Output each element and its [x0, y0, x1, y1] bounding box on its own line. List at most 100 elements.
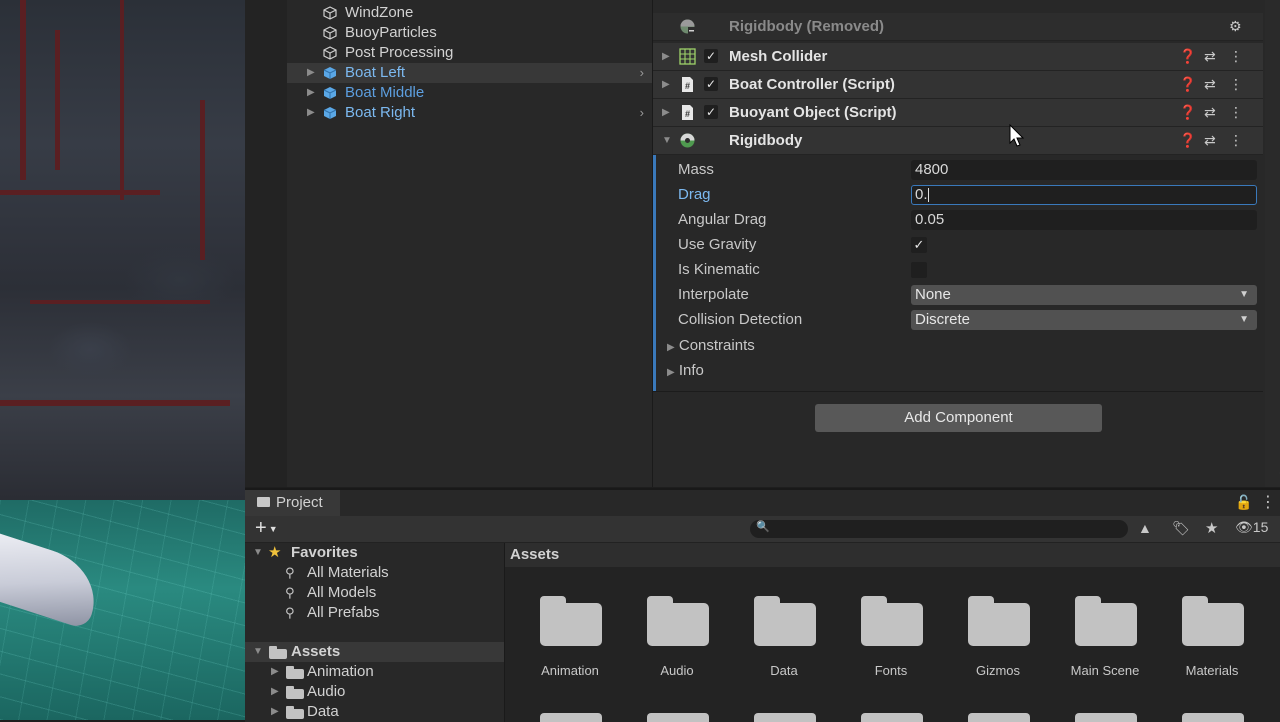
- tree-item-all-materials[interactable]: ⚲ All Materials: [245, 563, 504, 583]
- constraints-foldout[interactable]: ▶ Constraints: [667, 335, 755, 357]
- tree-item-animation[interactable]: ▶ Animation: [245, 662, 504, 682]
- expand-arrow-icon[interactable]: ▶: [307, 63, 315, 83]
- presets-icon[interactable]: ⇄: [1204, 71, 1216, 98]
- interpolate-dropdown[interactable]: None ▼: [911, 285, 1257, 305]
- drag-field[interactable]: 0.: [911, 185, 1257, 205]
- divider: [653, 391, 1263, 392]
- hierarchy-item-label: WindZone: [345, 4, 414, 21]
- collapse-arrow-icon[interactable]: ▼: [662, 127, 672, 154]
- asset-folder-label: Data: [770, 663, 798, 678]
- help-icon[interactable]: ❓: [1179, 71, 1196, 98]
- expand-arrow-icon[interactable]: ▶: [662, 71, 670, 98]
- mesh-collider-icon: [679, 48, 696, 65]
- presets-icon[interactable]: ⇄: [1204, 99, 1216, 126]
- tree-item-audio[interactable]: ▶ Audio: [245, 682, 504, 702]
- folder-icon: [1075, 596, 1137, 646]
- folder-label: Audio: [307, 683, 346, 700]
- script-icon: #: [682, 105, 693, 120]
- hierarchy-item-boat-middle[interactable]: ▶ Boat Middle: [287, 83, 652, 103]
- folder-icon: [754, 596, 816, 646]
- filter-by-label-icon[interactable]: 🏷: [1172, 520, 1190, 537]
- hidden-packages-button[interactable]: 👁15: [1235, 519, 1268, 536]
- tab-project[interactable]: Project: [245, 490, 340, 516]
- more-options-icon[interactable]: ⋮: [1229, 43, 1243, 70]
- is-kinematic-checkbox[interactable]: [911, 262, 927, 278]
- expand-arrow-icon: ▶: [667, 367, 675, 378]
- add-asset-button[interactable]: + ▼: [255, 517, 278, 540]
- component-header-rigidbody[interactable]: ▼ Rigidbody ❓ ⇄ ⋮: [653, 127, 1263, 155]
- asset-folder-partial[interactable]: [647, 713, 709, 722]
- presets-icon[interactable]: ⇄: [1204, 127, 1216, 154]
- add-component-button[interactable]: Add Component: [815, 404, 1102, 432]
- hierarchy-item-windzone[interactable]: WindZone: [287, 3, 652, 23]
- tree-item-favorites[interactable]: ▼ ★ Favorites: [245, 543, 504, 563]
- search-input[interactable]: 🔍: [750, 520, 1128, 538]
- chevron-right-icon[interactable]: ›: [640, 63, 644, 83]
- tree-item-all-models[interactable]: ⚲ All Models: [245, 583, 504, 603]
- component-header-boat-controller[interactable]: ▶ # ✓ Boat Controller (Script) ❓ ⇄ ⋮: [653, 71, 1263, 99]
- tree-item-data[interactable]: ▶ Data: [245, 702, 504, 722]
- asset-folder-partial[interactable]: [861, 713, 923, 722]
- component-header-mesh-collider[interactable]: ▶ ✓ Mesh Collider ❓ ⇄ ⋮: [653, 43, 1263, 71]
- drag-label: Drag: [678, 186, 711, 203]
- folder-label: Data: [307, 703, 339, 720]
- filter-by-type-icon[interactable]: ▲: [1138, 520, 1152, 536]
- hierarchy-item-post-processing[interactable]: Post Processing: [287, 43, 652, 63]
- hierarchy-item-boat-right[interactable]: ▶ Boat Right ›: [287, 103, 652, 123]
- component-header-buoyant-object[interactable]: ▶ # ✓ Buoyant Object (Script) ❓ ⇄ ⋮: [653, 99, 1263, 127]
- asset-folder-partial[interactable]: [540, 713, 602, 722]
- folder-icon: [286, 666, 304, 679]
- more-options-icon[interactable]: ⋮: [1229, 127, 1243, 154]
- collision-detection-dropdown[interactable]: Discrete ▼: [911, 310, 1257, 330]
- chevron-right-icon[interactable]: ›: [640, 103, 644, 123]
- expand-arrow-icon[interactable]: ▶: [662, 99, 670, 126]
- expand-arrow-icon[interactable]: ▶: [307, 83, 315, 103]
- asset-folder-partial[interactable]: [754, 713, 816, 722]
- lock-icon[interactable]: 🔓: [1235, 494, 1252, 511]
- scene-view[interactable]: [0, 0, 245, 720]
- presets-icon[interactable]: ⇄: [1204, 43, 1216, 70]
- search-icon: 🔍: [756, 521, 770, 533]
- folder-label: Animation: [307, 663, 374, 680]
- tree-item-all-prefabs[interactable]: ⚲ All Prefabs: [245, 603, 504, 623]
- component-name: Buoyant Object (Script): [729, 104, 897, 121]
- favorites-label: Favorites: [291, 544, 358, 561]
- component-header-rigidbody-removed[interactable]: Rigidbody (Removed) ⚙: [653, 13, 1263, 41]
- folder-icon: [647, 596, 709, 646]
- asset-folder-partial[interactable]: [1182, 713, 1244, 722]
- favorites-star-icon[interactable]: ★: [1205, 519, 1218, 537]
- hierarchy-panel: WindZone BuoyParticles Post Processing ▶…: [245, 0, 653, 487]
- hierarchy-item-label: Boat Right: [345, 104, 416, 121]
- asset-folder-partial[interactable]: [1075, 713, 1137, 722]
- folder-icon: [286, 686, 304, 699]
- info-foldout[interactable]: ▶ Info: [667, 360, 704, 382]
- hierarchy-item-buoyparticles[interactable]: BuoyParticles: [287, 23, 652, 43]
- more-options-icon[interactable]: ⋮: [1229, 99, 1243, 126]
- component-enabled-checkbox[interactable]: ✓: [704, 105, 718, 119]
- help-icon[interactable]: ❓: [1179, 43, 1196, 70]
- help-icon[interactable]: ❓: [1179, 127, 1196, 154]
- asset-folder-partial[interactable]: [968, 713, 1030, 722]
- expand-arrow-icon[interactable]: ▶: [662, 43, 670, 70]
- more-options-icon[interactable]: ⋮: [1229, 71, 1243, 98]
- gear-icon[interactable]: ⚙: [1229, 13, 1242, 40]
- hierarchy-item-boat-left[interactable]: ▶ Boat Left ›: [287, 63, 652, 83]
- component-name: Mesh Collider: [729, 48, 828, 65]
- more-options-icon[interactable]: ⋮: [1260, 492, 1276, 512]
- eye-slash-icon: 👁: [1235, 519, 1253, 535]
- favorite-label: All Materials: [307, 564, 389, 581]
- component-name: Boat Controller (Script): [729, 76, 895, 93]
- folder-icon: [861, 596, 923, 646]
- component-enabled-checkbox[interactable]: ✓: [704, 49, 718, 63]
- is-kinematic-label: Is Kinematic: [678, 261, 760, 278]
- component-enabled-checkbox[interactable]: ✓: [704, 77, 718, 91]
- mass-field[interactable]: 4800: [911, 160, 1257, 180]
- expand-arrow-icon[interactable]: ▶: [307, 103, 315, 123]
- angular-drag-field[interactable]: 0.05: [911, 210, 1257, 230]
- use-gravity-checkbox[interactable]: ✓: [911, 237, 927, 253]
- inspector-scrollbar[interactable]: [1265, 0, 1280, 487]
- tree-item-assets[interactable]: ▼ Assets: [245, 642, 504, 662]
- help-icon[interactable]: ❓: [1179, 99, 1196, 126]
- use-gravity-label: Use Gravity: [678, 236, 757, 253]
- asset-folder-label: Audio: [660, 663, 694, 678]
